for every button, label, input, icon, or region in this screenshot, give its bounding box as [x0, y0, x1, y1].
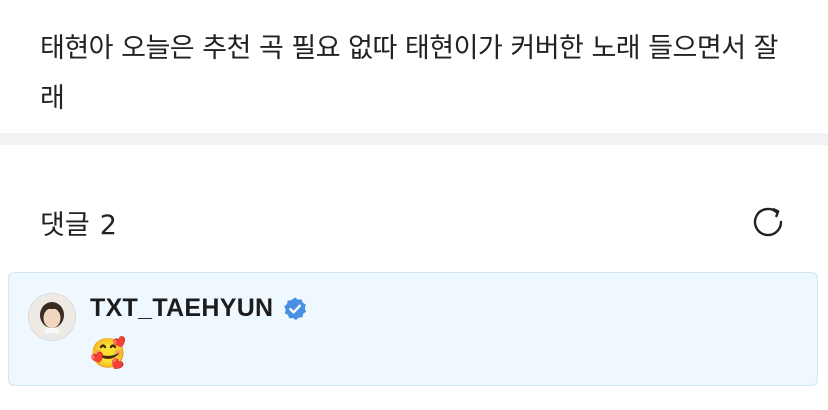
comments-title: 댓글 2	[40, 203, 117, 242]
post-body-text: 태현아 오늘은 추천 곡 필요 없따 태현이가 커버한 노래 들으면서 잘래	[40, 33, 779, 114]
comment-item[interactable]: TXT_TAEHYUN 🥰	[8, 272, 818, 386]
avatar-image	[29, 294, 75, 340]
comment-text: 🥰	[90, 336, 127, 370]
author-avatar[interactable]	[28, 293, 76, 341]
refresh-button[interactable]	[746, 200, 790, 244]
comments-header: 댓글 2	[40, 197, 790, 247]
comment-author-name[interactable]: TXT_TAEHYUN	[90, 294, 273, 323]
comments-count: 2	[99, 209, 117, 241]
refresh-icon	[753, 207, 783, 237]
comment-author-row: TXT_TAEHYUN	[90, 294, 308, 323]
comments-title-label: 댓글	[40, 209, 90, 241]
verified-badge-icon	[282, 296, 308, 322]
section-divider	[0, 133, 828, 145]
